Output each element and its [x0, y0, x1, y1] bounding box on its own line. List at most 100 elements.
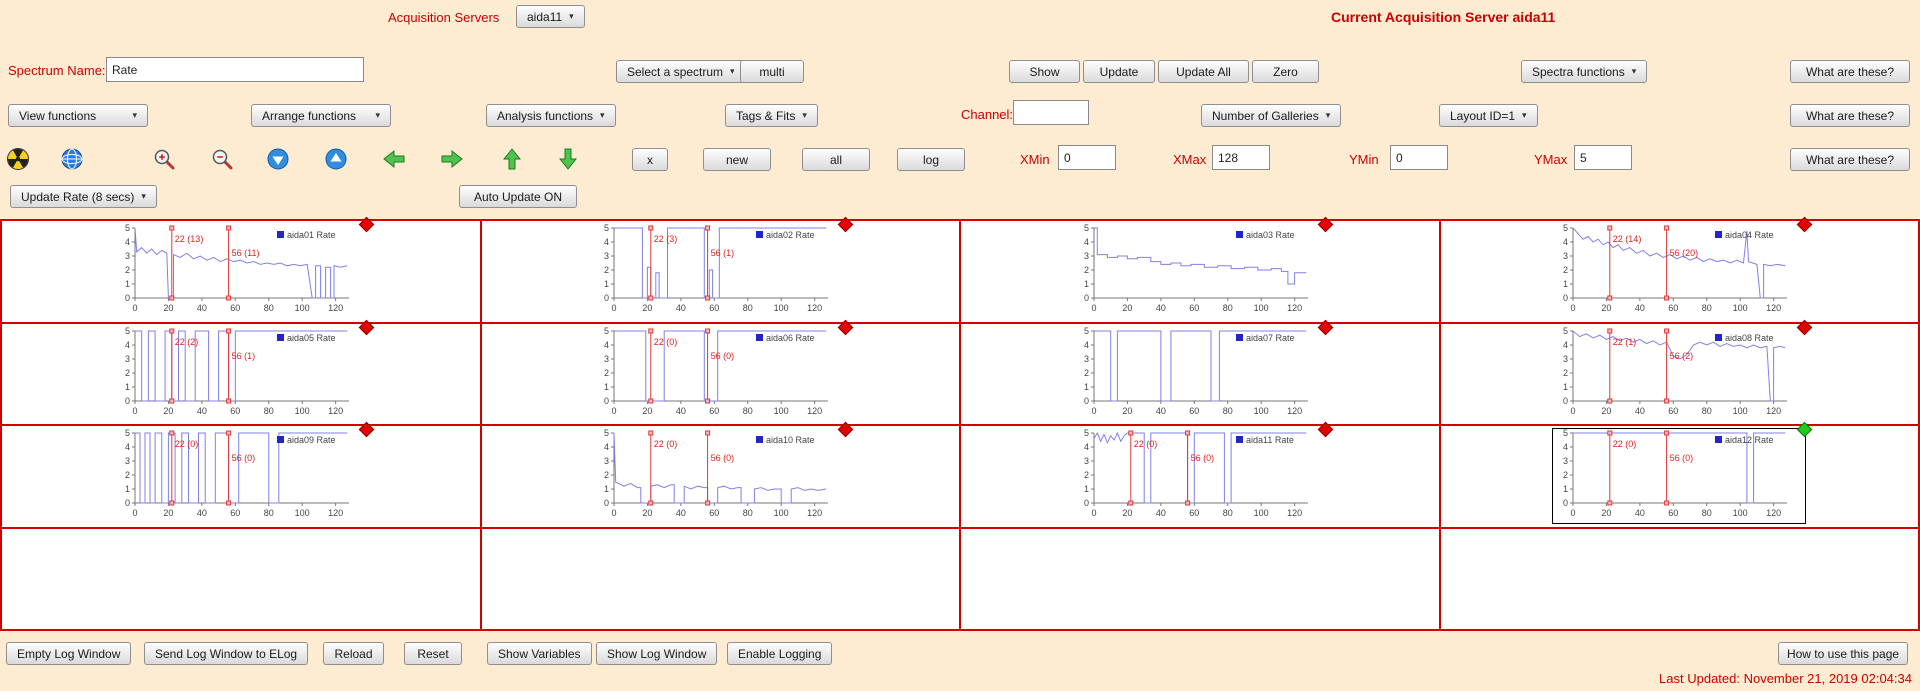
gallery-cell-aida12[interactable]: 01234502040608010012022 (0)56 (0)aida12 … — [1441, 426, 1920, 529]
svg-text:0: 0 — [1091, 303, 1096, 313]
zoom-in-icon[interactable] — [152, 147, 176, 171]
show-log-window-button[interactable]: Show Log Window — [596, 642, 717, 665]
arrange-functions-dropdown[interactable]: Arrange functions ▾ — [251, 104, 391, 127]
svg-text:100: 100 — [294, 303, 309, 313]
spectrum-name-label: Spectrum Name: — [8, 63, 106, 78]
xmax-input[interactable] — [1212, 145, 1270, 170]
zoom-out-icon[interactable] — [210, 147, 234, 171]
green-arrow-down-icon[interactable] — [556, 147, 580, 171]
svg-text:56 (0): 56 (0) — [711, 453, 735, 463]
svg-text:40: 40 — [1156, 508, 1166, 518]
svg-text:2: 2 — [1084, 368, 1089, 378]
log-button[interactable]: log — [897, 148, 965, 171]
how-to-use-button[interactable]: How to use this page — [1778, 642, 1908, 665]
zero-button[interactable]: Zero — [1252, 60, 1319, 83]
gallery-cell-aida09[interactable]: 01234502040608010012022 (0)56 (0)aida09 … — [2, 426, 482, 529]
arrange-functions-label: Arrange functions — [262, 109, 356, 123]
chart-aida04: 01234502040608010012022 (14)56 (20)aida0… — [1553, 224, 1805, 318]
auto-update-button[interactable]: Auto Update ON — [459, 185, 577, 208]
multi-button[interactable]: multi — [740, 60, 804, 83]
spectra-functions-dropdown[interactable]: Spectra functions ▾ — [1521, 60, 1647, 83]
svg-text:4: 4 — [1563, 340, 1568, 350]
gallery-cell-aida05[interactable]: 01234502040608010012022 (2)56 (1)aida05 … — [2, 324, 482, 427]
svg-text:5: 5 — [1563, 429, 1568, 438]
ymax-label: YMax — [1534, 152, 1567, 167]
blue-sphere-down-icon[interactable] — [266, 147, 290, 171]
svg-text:aida01 Rate: aida01 Rate — [287, 230, 336, 240]
gallery-cell-aida08[interactable]: 01234502040608010012022 (1)56 (2)aida08 … — [1441, 324, 1920, 427]
svg-text:aida08 Rate: aida08 Rate — [1725, 333, 1774, 343]
svg-text:40: 40 — [197, 508, 207, 518]
svg-text:40: 40 — [1635, 303, 1645, 313]
view-functions-dropdown[interactable]: View functions ▾ — [8, 104, 148, 127]
layout-id-dropdown[interactable]: Layout ID=1 ▾ — [1439, 104, 1538, 127]
svg-text:56 (1): 56 (1) — [711, 248, 735, 258]
svg-text:100: 100 — [1253, 508, 1268, 518]
green-arrow-left-icon[interactable] — [382, 147, 406, 171]
tags-fits-label: Tags & Fits — [736, 109, 795, 123]
svg-text:60: 60 — [710, 508, 720, 518]
blue-sphere-up-icon[interactable] — [324, 147, 348, 171]
what-are-these-button-3[interactable]: What are these? — [1790, 148, 1910, 171]
gallery-cell-aida03[interactable]: 012345020406080100120aida03 Rate — [961, 221, 1441, 324]
all-button[interactable]: all — [802, 148, 870, 171]
svg-text:0: 0 — [132, 303, 137, 313]
gallery-cell-aida02[interactable]: 01234502040608010012022 (3)56 (1)aida02 … — [482, 221, 962, 324]
svg-text:0: 0 — [1084, 498, 1089, 508]
update-button[interactable]: Update — [1083, 60, 1155, 83]
ymin-input[interactable] — [1390, 145, 1448, 170]
spectrum-name-input[interactable] — [106, 57, 364, 82]
svg-text:40: 40 — [1635, 406, 1645, 416]
xmin-input[interactable] — [1058, 145, 1116, 170]
server-select[interactable]: aida11 ▾ — [516, 5, 585, 28]
tags-fits-dropdown[interactable]: Tags & Fits ▾ — [725, 104, 818, 127]
svg-text:0: 0 — [125, 498, 130, 508]
gallery-cell-aida10[interactable]: 01234502040608010012022 (0)56 (0)aida10 … — [482, 426, 962, 529]
what-are-these-button-2[interactable]: What are these? — [1790, 104, 1910, 127]
chart-svg-aida12: 01234502040608010012022 (0)56 (0)aida12 … — [1553, 429, 1805, 523]
number-of-galleries-dropdown[interactable]: Number of Galleries ▾ — [1201, 104, 1341, 127]
reset-button[interactable]: Reset — [404, 642, 462, 665]
svg-text:120: 120 — [807, 406, 822, 416]
svg-text:100: 100 — [774, 303, 789, 313]
update-all-button[interactable]: Update All — [1158, 60, 1249, 83]
svg-text:5: 5 — [604, 327, 609, 336]
what-are-these-button-1[interactable]: What are these? — [1790, 60, 1910, 83]
update-rate-dropdown[interactable]: Update Rate (8 secs) ▾ — [10, 185, 157, 208]
svg-text:0: 0 — [1563, 498, 1568, 508]
gallery-cell-aida07[interactable]: 012345020406080100120aida07 Rate — [961, 324, 1441, 427]
gallery-cell-aida06[interactable]: 01234502040608010012022 (0)56 (0)aida06 … — [482, 324, 962, 427]
empty-log-window-button[interactable]: Empty Log Window — [6, 642, 131, 665]
chart-aida01: 01234502040608010012022 (13)56 (11)aida0… — [115, 224, 367, 318]
green-arrow-up-icon[interactable] — [500, 147, 524, 171]
channel-label: Channel: — [961, 107, 1013, 122]
gallery-cell-aida04[interactable]: 01234502040608010012022 (14)56 (20)aida0… — [1441, 221, 1920, 324]
gallery-cell-empty — [961, 529, 1441, 632]
gallery-cell-aida11[interactable]: 01234502040608010012022 (0)56 (0)aida11 … — [961, 426, 1441, 529]
svg-text:22 (3): 22 (3) — [654, 234, 678, 244]
show-variables-button[interactable]: Show Variables — [487, 642, 592, 665]
svg-text:3: 3 — [125, 456, 130, 466]
chevron-down-icon: ▾ — [141, 191, 146, 202]
chart-svg-aida10: 01234502040608010012022 (0)56 (0)aida10 … — [594, 429, 846, 523]
gallery-cell-empty — [1441, 529, 1920, 632]
reload-button[interactable]: Reload — [323, 642, 384, 665]
send-log-window-to-elog-button[interactable]: Send Log Window to ELog — [144, 642, 308, 665]
new-button[interactable]: new — [703, 148, 771, 171]
svg-text:120: 120 — [1766, 508, 1781, 518]
gallery-cell-aida01[interactable]: 01234502040608010012022 (13)56 (11)aida0… — [2, 221, 482, 324]
chart-aida10: 01234502040608010012022 (0)56 (0)aida10 … — [594, 429, 846, 523]
ymax-input[interactable] — [1574, 145, 1632, 170]
svg-text:aida04 Rate: aida04 Rate — [1725, 230, 1774, 240]
gallery-grid: 01234502040608010012022 (13)56 (11)aida0… — [0, 219, 1920, 631]
analysis-functions-dropdown[interactable]: Analysis functions ▾ — [486, 104, 616, 127]
svg-text:80: 80 — [743, 406, 753, 416]
enable-logging-button[interactable]: Enable Logging — [727, 642, 832, 665]
channel-input[interactable] — [1013, 100, 1089, 125]
globe-icon[interactable] — [60, 147, 84, 171]
select-spectrum-dropdown[interactable]: Select a spectrum ▾ — [616, 60, 746, 83]
green-arrow-right-icon[interactable] — [440, 147, 464, 171]
x-button[interactable]: x — [632, 148, 668, 171]
radiation-icon[interactable] — [6, 147, 30, 171]
show-button[interactable]: Show — [1009, 60, 1080, 83]
